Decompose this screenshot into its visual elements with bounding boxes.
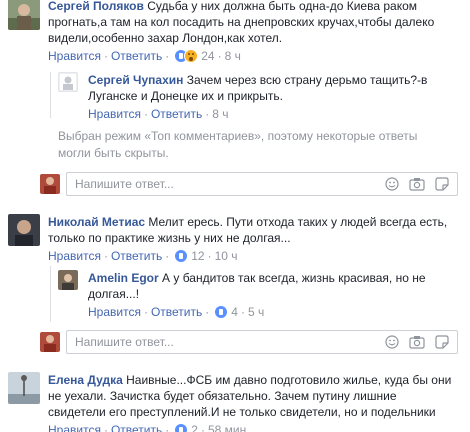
avatar[interactable]: [58, 72, 78, 92]
like-button[interactable]: Нравится: [48, 248, 101, 264]
reply-composer: Напишите ответ...: [40, 172, 458, 196]
timestamp[interactable]: 58 мин: [208, 422, 246, 432]
comment-actions: Нравится · Ответить · 24 · 8 ч: [48, 48, 452, 64]
comment-actions: Нравится · Ответить · 2 · 58 мин: [48, 422, 452, 432]
reply-input[interactable]: Напишите ответ...: [66, 330, 458, 354]
like-reaction-icon: [174, 423, 189, 432]
reply-thread-line: [50, 266, 51, 322]
reply-button[interactable]: Ответить: [111, 248, 162, 264]
separator: ·: [143, 305, 148, 319]
emoji-icon[interactable]: [385, 335, 399, 349]
reactions[interactable]: 24: [174, 48, 215, 64]
reply-comment: Сергей Чупахин Зачем через всю страну де…: [58, 72, 458, 122]
reply-comment: Amelin Egor А у бандитов так всегда, жиз…: [58, 270, 458, 320]
separator: ·: [103, 49, 108, 63]
composer-icons: [385, 335, 449, 349]
reply-thread-line: [50, 72, 51, 118]
reactions[interactable]: 2: [174, 422, 198, 432]
comment-actions: Нравится · Ответить · 12 · 10 ч: [48, 248, 452, 264]
camera-icon[interactable]: [409, 177, 425, 191]
reaction-count: 12: [191, 249, 205, 263]
separator: ·: [103, 249, 108, 263]
like-button[interactable]: Нравится: [48, 422, 101, 432]
timestamp[interactable]: 8 ч: [212, 106, 228, 122]
sticker-icon[interactable]: [435, 177, 449, 191]
like-button[interactable]: Нравится: [48, 48, 101, 64]
reply-button[interactable]: Ответить: [151, 106, 202, 122]
reply-button[interactable]: Ответить: [111, 422, 162, 432]
separator: ·: [205, 305, 210, 319]
like-button[interactable]: Нравится: [88, 304, 141, 320]
comment: Николай Метиас Мелит ересь. Пути отхода …: [8, 214, 460, 264]
like-reaction-icon: [174, 249, 189, 263]
reactions[interactable]: 12: [174, 248, 205, 264]
separator: ·: [143, 107, 148, 121]
camera-icon[interactable]: [409, 335, 425, 349]
reply-composer: Напишите ответ...: [40, 330, 458, 354]
avatar[interactable]: [8, 214, 40, 246]
reply-button[interactable]: Ответить: [111, 48, 162, 64]
author-name[interactable]: Сергей Поляков: [48, 0, 144, 13]
like-reaction-icon: [214, 305, 229, 319]
reply-input[interactable]: Напишите ответ...: [66, 172, 458, 196]
separator: ·: [207, 249, 212, 263]
avatar[interactable]: [8, 0, 40, 30]
separator: ·: [200, 423, 205, 432]
separator: ·: [205, 107, 210, 121]
composer-icons: [385, 177, 449, 191]
separator: ·: [165, 423, 170, 432]
avatar: [40, 332, 60, 352]
separator: ·: [240, 305, 245, 319]
wow-reaction-icon: [184, 49, 199, 63]
emoji-icon[interactable]: [385, 177, 399, 191]
comment-actions: Нравится · Ответить · 4 · 5 ч: [88, 304, 450, 320]
avatar[interactable]: [58, 270, 78, 290]
separator: ·: [217, 49, 222, 63]
timestamp[interactable]: 10 ч: [215, 248, 238, 264]
separator: ·: [165, 249, 170, 263]
reply-input-placeholder: Напишите ответ...: [75, 177, 174, 191]
reaction-count: 2: [191, 423, 198, 432]
reaction-count: 24: [201, 49, 215, 63]
comment: Елена Дудка Наивные...ФСБ им давно подго…: [8, 372, 460, 432]
top-comments-notice: Выбран режим «Топ комментариев», поэтому…: [58, 129, 418, 160]
author-name[interactable]: Amelin Egor: [88, 271, 159, 285]
avatar[interactable]: [8, 372, 40, 404]
comment: Сергей Поляков Судьба у них должна быть …: [8, 0, 460, 64]
author-name[interactable]: Николай Метиас: [48, 215, 145, 229]
separator: ·: [103, 423, 108, 432]
comment-actions: Нравится · Ответить · 8 ч: [88, 106, 450, 122]
like-button[interactable]: Нравится: [88, 106, 141, 122]
sticker-icon[interactable]: [435, 335, 449, 349]
reply-input-placeholder: Напишите ответ...: [75, 335, 174, 349]
reactions[interactable]: 4: [214, 304, 238, 320]
avatar: [40, 174, 60, 194]
author-name[interactable]: Елена Дудка: [48, 373, 123, 387]
reply-button[interactable]: Ответить: [151, 304, 202, 320]
separator: ·: [165, 49, 170, 63]
timestamp[interactable]: 8 ч: [225, 48, 241, 64]
timestamp[interactable]: 5 ч: [248, 304, 264, 320]
author-name[interactable]: Сергей Чупахин: [88, 73, 183, 87]
reaction-count: 4: [231, 305, 238, 319]
